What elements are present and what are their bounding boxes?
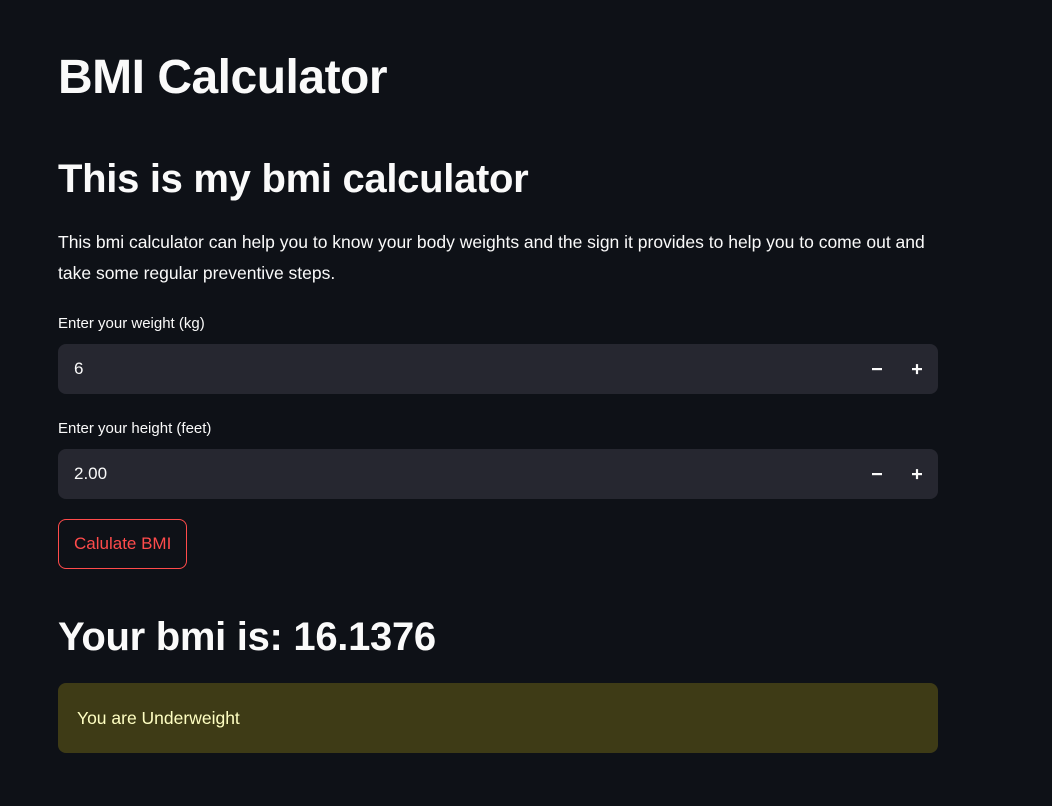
calculate-bmi-button[interactable]: Calulate BMI bbox=[58, 519, 188, 569]
height-input[interactable]: 2.00 bbox=[58, 449, 938, 499]
bmi-result: Your bmi is: 16.1376 bbox=[58, 615, 436, 659]
status-alert-text: You are Underweight bbox=[77, 708, 240, 728]
status-alert: You are Underweight bbox=[58, 683, 938, 753]
plus-icon bbox=[912, 469, 922, 480]
weight-label: Enter your weight (kg) bbox=[58, 315, 205, 332]
height-increment-button[interactable] bbox=[898, 449, 936, 499]
height-value[interactable]: 2.00 bbox=[74, 449, 107, 499]
minus-icon bbox=[872, 368, 882, 371]
page-description: This bmi calculator can help you to know… bbox=[58, 232, 925, 283]
height-label: Enter your height (feet) bbox=[58, 420, 212, 437]
weight-value[interactable]: 6 bbox=[74, 344, 83, 394]
height-decrement-button[interactable] bbox=[858, 449, 896, 499]
page-title: BMI Calculator bbox=[58, 51, 388, 104]
weight-input[interactable]: 6 bbox=[58, 344, 938, 394]
plus-icon bbox=[912, 364, 922, 375]
weight-decrement-button[interactable] bbox=[858, 344, 896, 394]
page-subheader: This is my bmi calculator bbox=[58, 157, 529, 201]
minus-icon bbox=[872, 473, 882, 476]
weight-increment-button[interactable] bbox=[898, 344, 936, 394]
